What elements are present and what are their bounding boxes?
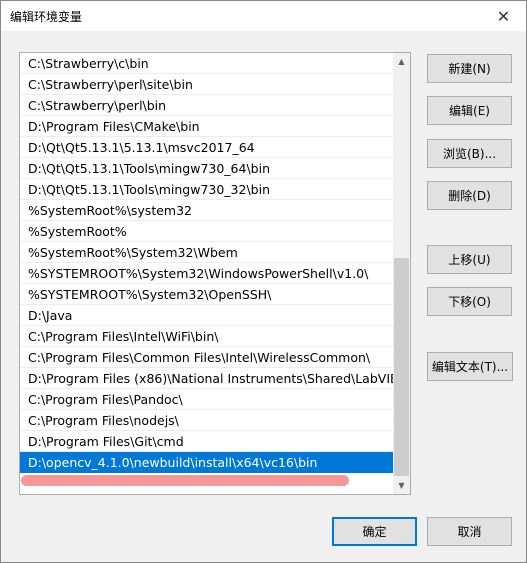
edit-button[interactable]: 编辑(E) xyxy=(427,96,512,125)
list-item[interactable]: C:\Program Files\Intel\WiFi\bin\ xyxy=(20,326,395,347)
ok-button[interactable]: 确定 xyxy=(332,517,417,546)
window-title: 编辑环境变量 xyxy=(10,10,83,24)
list-item[interactable]: D:\Qt\Qt5.13.1\5.13.1\msvc2017_64 xyxy=(20,137,395,158)
list-item[interactable]: %SystemRoot%\System32\Wbem xyxy=(20,242,395,263)
scroll-thumb[interactable] xyxy=(394,258,409,476)
list-item[interactable]: D:\Program Files\CMake\bin xyxy=(20,116,395,137)
list-item[interactable]: %SystemRoot% xyxy=(20,221,395,242)
list-item[interactable]: C:\Strawberry\perl\bin xyxy=(20,95,395,116)
list-item-label: %SystemRoot% xyxy=(28,224,127,239)
list-item-label: %SYSTEMROOT%\System32\OpenSSH\ xyxy=(28,287,272,302)
list-item[interactable]: %SystemRoot%\system32 xyxy=(20,200,395,221)
list-item[interactable]: %SYSTEMROOT%\System32\WindowsPowerShell\… xyxy=(20,263,395,284)
list-item[interactable]: C:\Strawberry\c\bin xyxy=(20,53,395,74)
list-item[interactable]: D:\Program Files (x86)\National Instrume… xyxy=(20,368,395,389)
list-item[interactable]: C:\Strawberry\perl\site\bin xyxy=(20,74,395,95)
close-button[interactable]: ✕ xyxy=(481,1,526,31)
list-item-label: C:\Program Files\Pandoc\ xyxy=(28,392,183,407)
list-item[interactable]: D:\Qt\Qt5.13.1\Tools\mingw730_32\bin xyxy=(20,179,395,200)
list-item-label: D:\Program Files (x86)\National Instrume… xyxy=(28,371,395,386)
annotation-underline xyxy=(21,475,349,486)
list-item-label: %SystemRoot%\system32 xyxy=(28,203,192,218)
list-item-label: D:\Qt\Qt5.13.1\Tools\mingw730_64\bin xyxy=(28,161,270,176)
browse-button[interactable]: 浏览(B)... xyxy=(427,139,512,168)
list-item[interactable]: C:\Program Files\Common Files\Intel\Wire… xyxy=(20,347,395,368)
list-item-label: D:\Program Files\Git\cmd xyxy=(28,434,184,449)
list-item[interactable]: C:\Program Files\nodejs\ xyxy=(20,410,395,431)
edit-env-variable-dialog: 编辑环境变量 ✕ C:\Strawberry\c\bin C:\Strawberr… xyxy=(0,0,527,563)
list-item[interactable]: D:\Java xyxy=(20,305,395,326)
list-item-label: C:\Program Files\Intel\WiFi\bin\ xyxy=(28,329,219,344)
delete-button[interactable]: 删除(D) xyxy=(427,181,512,210)
title-bar: 编辑环境变量 ✕ xyxy=(1,1,526,31)
close-icon: ✕ xyxy=(496,6,511,26)
list-item-label: C:\Strawberry\c\bin xyxy=(28,56,149,71)
cancel-button[interactable]: 取消 xyxy=(427,517,512,546)
list-item[interactable]: C:\Program Files\Pandoc\ xyxy=(20,389,395,410)
new-button[interactable]: 新建(N) xyxy=(427,54,512,83)
list-item[interactable]: %SYSTEMROOT%\System32\OpenSSH\ xyxy=(20,284,395,305)
list-item-label: C:\Strawberry\perl\site\bin xyxy=(28,77,193,92)
scroll-down-arrow-icon[interactable]: ▼ xyxy=(393,477,410,494)
list-item-label: C:\Strawberry\perl\bin xyxy=(28,98,167,113)
list-item-label: D:\Java xyxy=(28,308,73,323)
list-item[interactable]: D:\Program Files\Git\cmd xyxy=(20,431,395,452)
list-item-label: D:\Program Files\CMake\bin xyxy=(28,119,200,134)
move-up-button[interactable]: 上移(U) xyxy=(427,245,512,274)
vertical-scrollbar[interactable]: ▲ ▼ xyxy=(393,53,410,494)
move-down-button[interactable]: 下移(O) xyxy=(427,287,512,316)
list-item-label: C:\Program Files\Common Files\Intel\Wire… xyxy=(28,350,371,365)
list-item-label: D:\Qt\Qt5.13.1\5.13.1\msvc2017_64 xyxy=(28,140,255,155)
list-item-label: C:\Program Files\nodejs\ xyxy=(28,413,179,428)
list-item-label: %SystemRoot%\System32\Wbem xyxy=(28,245,238,260)
list-item-label: D:\opencv_4.1.0\newbuild\install\x64\vc1… xyxy=(28,455,318,470)
list-item[interactable]: D:\Qt\Qt5.13.1\Tools\mingw730_64\bin xyxy=(20,158,395,179)
path-list: C:\Strawberry\c\bin C:\Strawberry\perl\si… xyxy=(20,53,395,473)
list-item[interactable]: D:\opencv_4.1.0\newbuild\install\x64\vc1… xyxy=(20,452,395,473)
list-item-label: D:\Qt\Qt5.13.1\Tools\mingw730_32\bin xyxy=(28,182,270,197)
path-listbox[interactable]: C:\Strawberry\c\bin C:\Strawberry\perl\si… xyxy=(19,52,411,495)
scroll-up-arrow-icon[interactable]: ▲ xyxy=(393,53,410,70)
list-item-label: %SYSTEMROOT%\System32\WindowsPowerShell\… xyxy=(28,266,369,281)
edit-text-button[interactable]: 编辑文本(T)... xyxy=(427,352,513,381)
